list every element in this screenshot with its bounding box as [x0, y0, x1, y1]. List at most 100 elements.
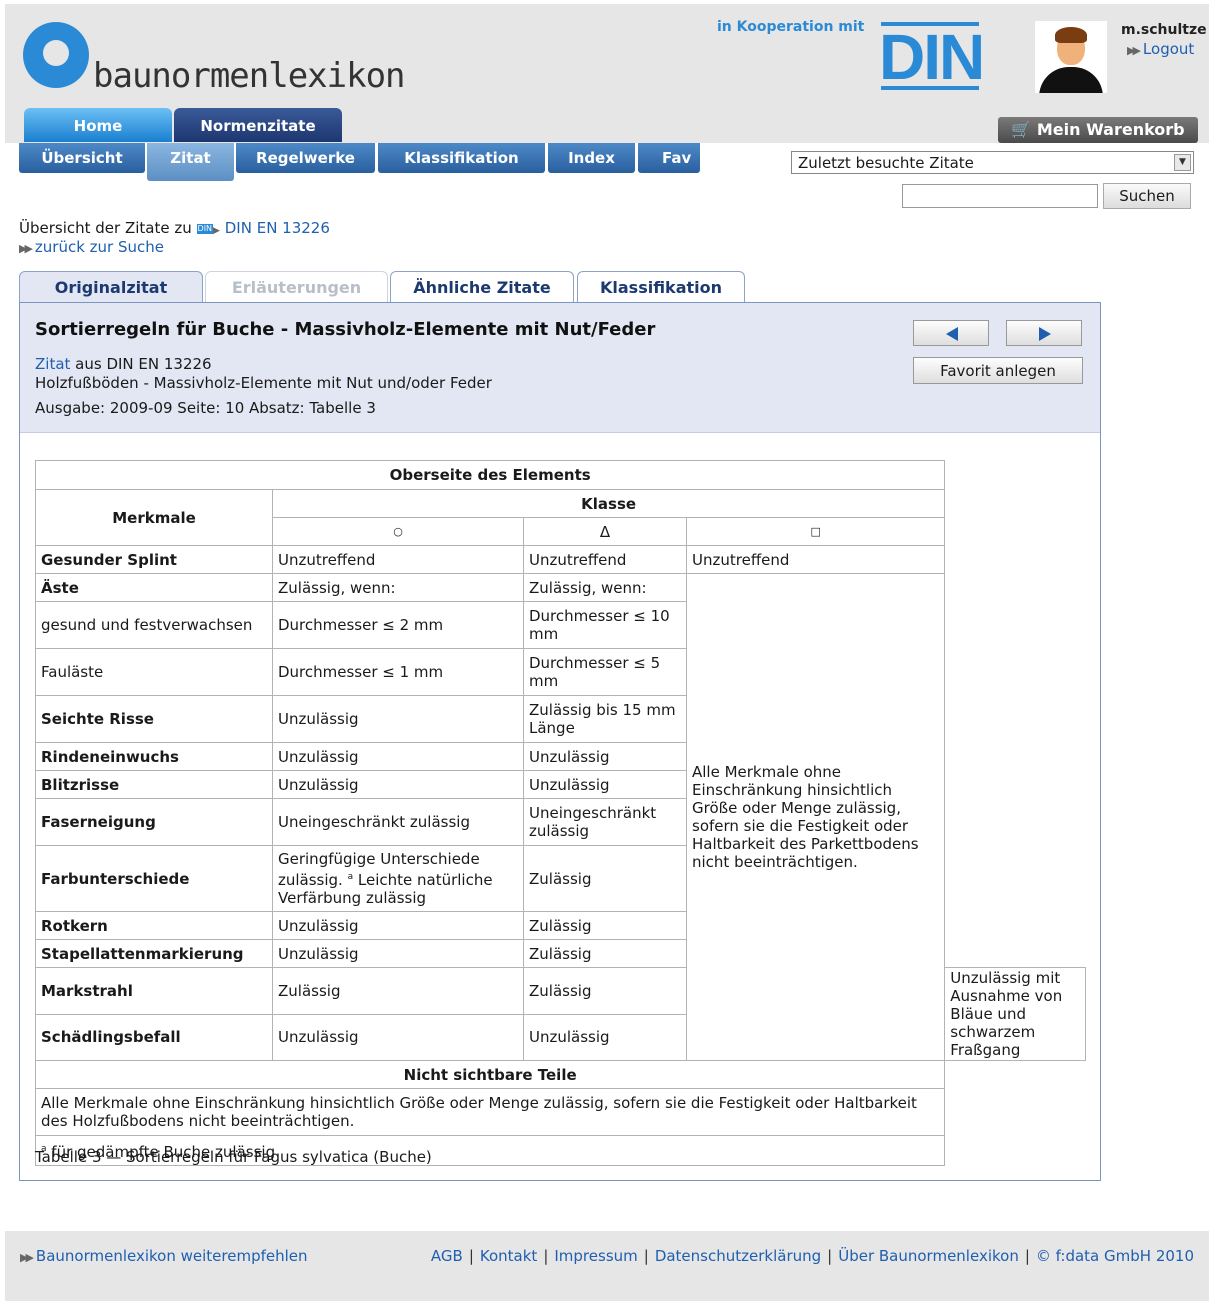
row-class3-merged: Alle Merkmale ohne Einschränkung hinsich…: [685, 573, 946, 1061]
subtab-klassifikation[interactable]: Klassifikation: [378, 143, 545, 173]
back-to-search-link[interactable]: zurück zur Suche: [35, 238, 164, 256]
klasse-header: Klasse: [271, 489, 946, 518]
row-class2: Durchmesser ≤ 5 mm: [523, 648, 687, 696]
cart-icon: 🛒: [1011, 120, 1032, 139]
tab-erlaeuterungen: Erläuterungen: [205, 271, 388, 303]
logo-b-icon: [23, 22, 89, 88]
row-name: Äste: [35, 573, 273, 602]
tab-normenzitate[interactable]: Normenzitate: [174, 108, 342, 142]
tab-aehnliche-zitate[interactable]: Ähnliche Zitate: [390, 271, 574, 303]
row-class1: Zulässig, wenn:: [272, 573, 524, 602]
arrow-left-icon: [946, 327, 958, 341]
subtab-regelwerke[interactable]: Regelwerke: [236, 143, 375, 173]
table-caption: Tabelle 3 — Sortierregeln für Fagus sylv…: [35, 1148, 432, 1166]
class-circle-icon: ○: [272, 517, 524, 546]
footer-link-ueber[interactable]: Über Baunormenlexikon: [838, 1247, 1019, 1265]
row-class2: Zulässig bis 15 mm Länge: [523, 695, 687, 743]
double-arrow-icon: ▶▶: [20, 1251, 34, 1264]
logout-link[interactable]: ▶▶ Logout: [1127, 40, 1194, 58]
row-class2: Unzulässig: [523, 742, 687, 771]
row-name: Farbunterschiede: [35, 845, 273, 912]
row-class1: Unzulässig: [272, 1013, 524, 1061]
row-class2: Unzutreffend: [523, 545, 687, 574]
class-triangle-icon: Δ: [523, 517, 687, 546]
row-class2: Zulässig: [523, 967, 687, 1015]
row-name: Fauläste: [35, 648, 273, 696]
cart-button[interactable]: 🛒 Mein Warenkorb: [998, 117, 1198, 143]
hidden-parts-header: Nicht sichtbare Teile: [34, 1060, 946, 1089]
arrow-right-icon: ▶: [213, 226, 220, 236]
row-name: Gesunder Splint: [35, 545, 273, 574]
avatar[interactable]: [1035, 21, 1107, 93]
tab-klassifikation[interactable]: Klassifikation: [577, 271, 745, 303]
row-class1: Unzulässig: [272, 939, 524, 968]
din-logo[interactable]: DIN: [879, 22, 985, 92]
tab-home[interactable]: Home: [24, 108, 172, 142]
norm-link[interactable]: DIN EN 13226: [225, 219, 330, 237]
recommend-link[interactable]: ▶▶ Baunormenlexikon weiterempfehlen: [20, 1247, 308, 1265]
row-class2: Durchmesser ≤ 10 mm: [523, 601, 687, 649]
class-square-icon: □: [685, 517, 946, 546]
table-row: Gesunder Splint Unzutreffend Unzutreffen…: [35, 545, 1086, 574]
row-class1: Unzulässig: [272, 770, 524, 799]
footer-copyright[interactable]: © f:data GmbH 2010: [1036, 1247, 1194, 1265]
footer-link-kontakt[interactable]: Kontakt: [480, 1247, 537, 1265]
citation-subtitle: Holzfußböden - Massivholz-Elemente mit N…: [35, 374, 492, 392]
citation-source-text: aus DIN EN 13226: [70, 355, 212, 373]
row-name: Rindeneinwuchs: [35, 742, 273, 771]
row-class2: Zulässig: [523, 939, 687, 968]
citation-title: Sortierregeln für Buche - Massivholz-Ele…: [35, 319, 656, 340]
subtab-favoriten[interactable]: Fav: [638, 143, 700, 173]
sorting-rules-table: Oberseite des Elements Merkmale Klasse ○…: [34, 460, 1086, 1166]
cooperation-label: in Kooperation mit: [717, 19, 865, 35]
cart-label: Mein Warenkorb: [1036, 120, 1185, 139]
merkmale-header: Merkmale: [35, 489, 273, 546]
next-button[interactable]: [1006, 320, 1082, 346]
search-input[interactable]: [902, 184, 1098, 208]
row-class1: Durchmesser ≤ 2 mm: [272, 601, 524, 649]
row-class1: Zulässig: [272, 967, 524, 1015]
hidden-parts-text: Alle Merkmale ohne Einschränkung hinsich…: [34, 1088, 946, 1136]
row-class3: Unzutreffend: [685, 545, 946, 574]
row-name: Seichte Risse: [35, 695, 273, 743]
footer: ▶▶ Baunormenlexikon weiterempfehlen AGB | K…: [5, 1231, 1209, 1301]
tab-originalzitat[interactable]: Originalzitat: [19, 271, 203, 304]
row-name: Stapellattenmarkierung: [35, 939, 273, 968]
chevron-down-icon[interactable]: ▼: [1174, 154, 1191, 171]
row-class2: Uneingeschränkt zulässig: [523, 798, 687, 846]
din-logo-text: DIN: [879, 21, 985, 93]
footer-link-agb[interactable]: AGB: [431, 1247, 463, 1265]
citation-header: Sortierregeln für Buche - Massivholz-Ele…: [20, 303, 1100, 433]
row-class1: Durchmesser ≤ 1 mm: [272, 648, 524, 696]
citation-edition: Ausgabe: 2009-09 Seite: 10 Absatz: Tabel…: [35, 399, 376, 417]
row-class1: Unzulässig: [272, 911, 524, 940]
table-top-header: Oberseite des Elements: [34, 460, 946, 490]
row-name: Rotkern: [35, 911, 273, 940]
recent-citations-select[interactable]: Zuletzt besuchte Zitate ▼: [791, 151, 1194, 174]
footer-link-impressum[interactable]: Impressum: [554, 1247, 637, 1265]
subtab-uebersicht[interactable]: Übersicht: [19, 143, 145, 173]
table-row: Äste Zulässig, wenn: Zulässig, wenn: All…: [35, 573, 1086, 1061]
subtab-index[interactable]: Index: [548, 143, 635, 173]
row-class2: Zulässig: [523, 845, 687, 912]
citation-source-link[interactable]: Zitat: [35, 355, 70, 373]
recommend-label[interactable]: Baunormenlexikon weiterempfehlen: [36, 1247, 308, 1265]
double-arrow-icon: ▶▶: [1127, 44, 1141, 57]
breadcrumb: Übersicht der Zitate zu DIN▶ DIN EN 1322…: [19, 219, 330, 237]
row-class1: Geringfügige Unterschiede zulässig. a Le…: [272, 845, 524, 912]
row-class2: Unzulässig: [523, 770, 687, 799]
search-button[interactable]: Suchen: [1103, 183, 1191, 209]
back-to-search[interactable]: ▶▶ zurück zur Suche: [19, 238, 164, 256]
footer-link-datenschutz[interactable]: Datenschutzerklärung: [655, 1247, 821, 1265]
row-class2: Unzulässig: [523, 1013, 687, 1061]
previous-button[interactable]: [913, 320, 989, 346]
brand-logo[interactable]: baunormenlexikon: [23, 18, 443, 98]
footer-links: AGB | Kontakt | Impressum | Datenschutzerkläru…: [430, 1247, 1194, 1265]
favorite-button[interactable]: Favorit anlegen: [913, 357, 1083, 384]
brand-name: baunormenlexikon: [93, 56, 406, 96]
header: baunormenlexikon in Kooperation mit DIN …: [5, 4, 1209, 143]
row-class3-merged-lower: Unzulässig mit Ausnahme von Bläue und sc…: [944, 967, 1086, 1061]
recent-citations-value: Zuletzt besuchte Zitate: [798, 154, 974, 172]
logout-label[interactable]: Logout: [1143, 40, 1194, 58]
subtab-zitat[interactable]: Zitat: [147, 143, 234, 181]
